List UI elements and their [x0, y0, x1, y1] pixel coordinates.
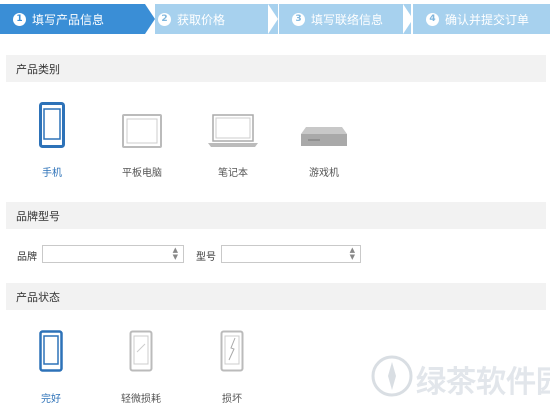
category-option-tablet[interactable]: 平板电脑: [107, 98, 177, 179]
step-2-number: 2: [158, 12, 171, 26]
condition-title: 产品状态: [16, 290, 60, 304]
progress-steps: 1 填写产品信息 2 获取价格 3 填写联络信息 4 确认并提交订单: [0, 0, 550, 38]
step-3-number: 3: [292, 12, 305, 26]
step-4: 4 确认并提交订单: [413, 4, 550, 34]
tablet-icon: [122, 114, 162, 148]
step-3-label: 填写联络信息: [311, 12, 384, 27]
category-option-laptop[interactable]: 笔记本: [198, 98, 268, 179]
game-console-icon: [301, 127, 347, 146]
brand-label: 品牌: [17, 252, 37, 263]
step-1-label: 填写产品信息: [32, 12, 105, 27]
phone-worn-icon: [129, 330, 153, 372]
category-section-header: 产品类别: [6, 55, 546, 82]
step-1: 1 填写产品信息: [0, 4, 145, 34]
step-arrow-icon: [403, 4, 413, 34]
updown-chevron-icon: ▲ ▼: [349, 246, 355, 261]
laptop-icon: [208, 114, 258, 147]
condition-option-label: 完好: [41, 394, 61, 405]
condition-section-header: 产品状态: [6, 283, 546, 310]
step-4-label: 确认并提交订单: [445, 12, 530, 27]
brand-select[interactable]: ▲ ▼: [42, 245, 184, 263]
updown-chevron-icon: ▲ ▼: [172, 246, 178, 261]
watermark-logo-icon: [371, 355, 413, 397]
category-option-phone[interactable]: 手机: [17, 98, 87, 179]
step-2-label: 获取价格: [177, 12, 226, 27]
watermark: 绿茶软件园: [370, 352, 550, 411]
step-arrow-icon: [268, 4, 278, 34]
model-section-header: 品牌型号: [6, 202, 546, 229]
type-select[interactable]: ▲ ▼: [221, 245, 361, 263]
watermark-text: 绿茶软件园: [416, 365, 550, 400]
category-option-game-console[interactable]: 游戏机: [289, 98, 359, 179]
category-option-label: 平板电脑: [122, 168, 162, 179]
phone-broken-icon: [220, 330, 244, 372]
step-4-number: 4: [426, 12, 439, 26]
phone-icon: [39, 102, 65, 148]
phone-intact-icon: [39, 330, 63, 372]
category-option-label: 笔记本: [218, 168, 248, 179]
type-label: 型号: [196, 252, 216, 263]
step-arrow-icon: [145, 4, 155, 34]
condition-option-intact[interactable]: 完好: [16, 326, 86, 405]
category-option-label: 游戏机: [309, 168, 339, 179]
condition-option-label: 损坏: [222, 394, 242, 405]
model-title: 品牌型号: [16, 209, 60, 223]
step-1-number: 1: [13, 12, 26, 26]
step-2: 2 获取价格: [155, 4, 278, 34]
category-title: 产品类别: [16, 62, 60, 76]
condition-option-worn[interactable]: 轻微损耗: [106, 326, 176, 405]
condition-option-broken[interactable]: 损坏: [197, 326, 267, 405]
step-3: 3 填写联络信息: [279, 4, 411, 34]
category-option-label: 手机: [42, 168, 62, 179]
condition-option-label: 轻微损耗: [121, 394, 161, 405]
